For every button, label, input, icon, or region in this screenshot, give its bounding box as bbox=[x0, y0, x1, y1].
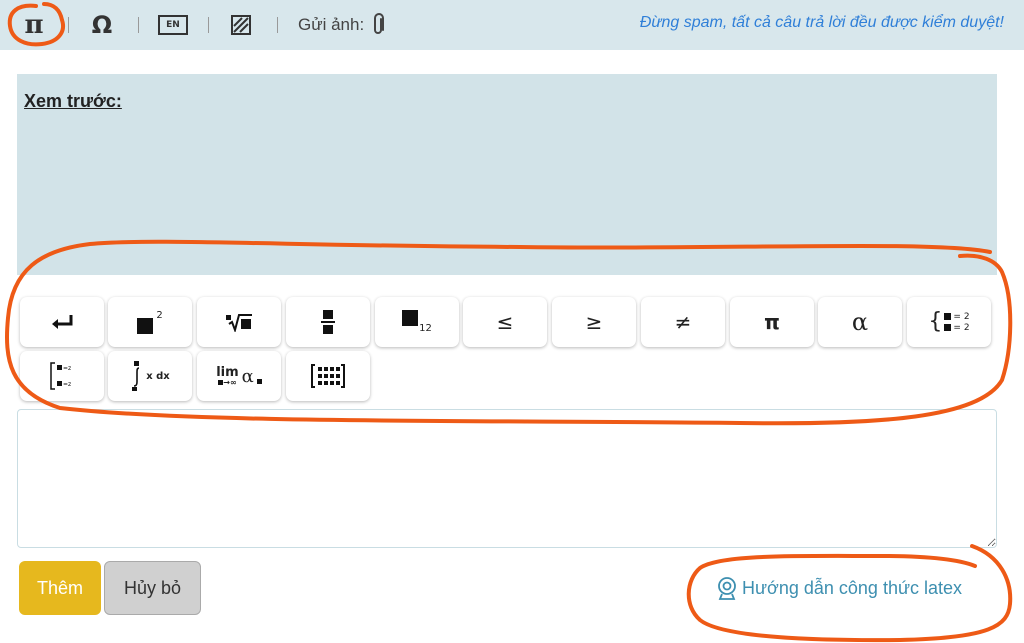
subscript-icon: 12 bbox=[402, 310, 432, 334]
limit-icon: lim →∞ α bbox=[216, 366, 262, 387]
toolbar-separator bbox=[138, 17, 139, 33]
svg-text:=z: =z bbox=[63, 381, 71, 388]
superscript-icon: 2 bbox=[137, 310, 163, 334]
not-equal-icon: ≠ bbox=[674, 310, 692, 334]
latex-guide-label: Hướng dẫn công thức latex bbox=[742, 577, 963, 598]
math-mode-button[interactable]: π bbox=[14, 8, 54, 42]
equation-system-icon: { = 2 = 2 bbox=[928, 309, 970, 334]
language-button[interactable]: EN bbox=[156, 8, 190, 42]
spam-notice: Đừng spam, tất cả câu trả lời đều được k… bbox=[639, 14, 1004, 31]
add-button[interactable]: Thêm bbox=[19, 561, 101, 615]
toolbar-separator bbox=[277, 17, 278, 33]
math-integral-button[interactable]: x dx bbox=[108, 351, 192, 401]
draw-button[interactable] bbox=[228, 8, 256, 42]
math-alpha-button[interactable]: α bbox=[818, 297, 902, 347]
webcam-icon bbox=[718, 577, 736, 600]
math-matrix-button[interactable] bbox=[286, 351, 370, 401]
answer-input[interactable] bbox=[17, 409, 997, 548]
math-fraction-button[interactable] bbox=[286, 297, 370, 347]
math-newline-button[interactable] bbox=[20, 297, 104, 347]
bracket-system-icon: =z =z bbox=[50, 362, 71, 390]
math-ne-button[interactable]: ≠ bbox=[641, 297, 725, 347]
less-equal-icon: ≤ bbox=[496, 310, 514, 334]
math-subscript-button[interactable]: 12 bbox=[375, 297, 459, 347]
math-superscript-button[interactable]: 2 bbox=[108, 297, 192, 347]
preview-label: Xem trước: bbox=[24, 91, 122, 111]
cancel-button[interactable]: Hủy bỏ bbox=[104, 561, 201, 615]
pi-icon: π bbox=[24, 10, 44, 40]
latex-guide-link[interactable]: Hướng dẫn công thức latex bbox=[716, 576, 962, 600]
omega-icon: Ω bbox=[91, 11, 113, 39]
paperclip-icon bbox=[374, 13, 385, 34]
matrix-icon bbox=[311, 364, 345, 388]
pi-icon: π bbox=[764, 310, 780, 334]
preview-panel: Xem trước: bbox=[17, 74, 997, 275]
enter-icon bbox=[52, 315, 73, 329]
math-system-button[interactable]: { = 2 = 2 bbox=[907, 297, 991, 347]
upload-image-button[interactable]: Gửi ảnh: bbox=[298, 8, 386, 42]
toolbar-separator bbox=[68, 17, 69, 33]
greater-equal-icon: ≥ bbox=[585, 310, 603, 334]
math-root-button[interactable] bbox=[197, 297, 281, 347]
editor-toolbar: π Ω EN Gửi ảnh: Đừng spam, tất cả câu tr… bbox=[0, 0, 1024, 50]
math-le-button[interactable]: ≤ bbox=[463, 297, 547, 347]
svg-text:=z: =z bbox=[63, 365, 71, 372]
alpha-icon: α bbox=[851, 308, 869, 336]
toolbar-separator bbox=[208, 17, 209, 33]
special-chars-button[interactable]: Ω bbox=[84, 8, 120, 42]
upload-label: Gửi ảnh: bbox=[298, 15, 365, 34]
nth-root-icon bbox=[226, 314, 252, 332]
fraction-icon bbox=[321, 310, 335, 334]
en-keyboard-icon: EN bbox=[158, 15, 188, 35]
math-ge-button[interactable]: ≥ bbox=[552, 297, 636, 347]
math-matrix2-button[interactable]: =z =z bbox=[20, 351, 104, 401]
drawing-board-icon bbox=[231, 15, 251, 35]
integral-icon: x dx bbox=[130, 360, 170, 392]
math-pi-button[interactable]: π bbox=[730, 297, 814, 347]
math-limit-button[interactable]: lim →∞ α bbox=[197, 351, 281, 401]
